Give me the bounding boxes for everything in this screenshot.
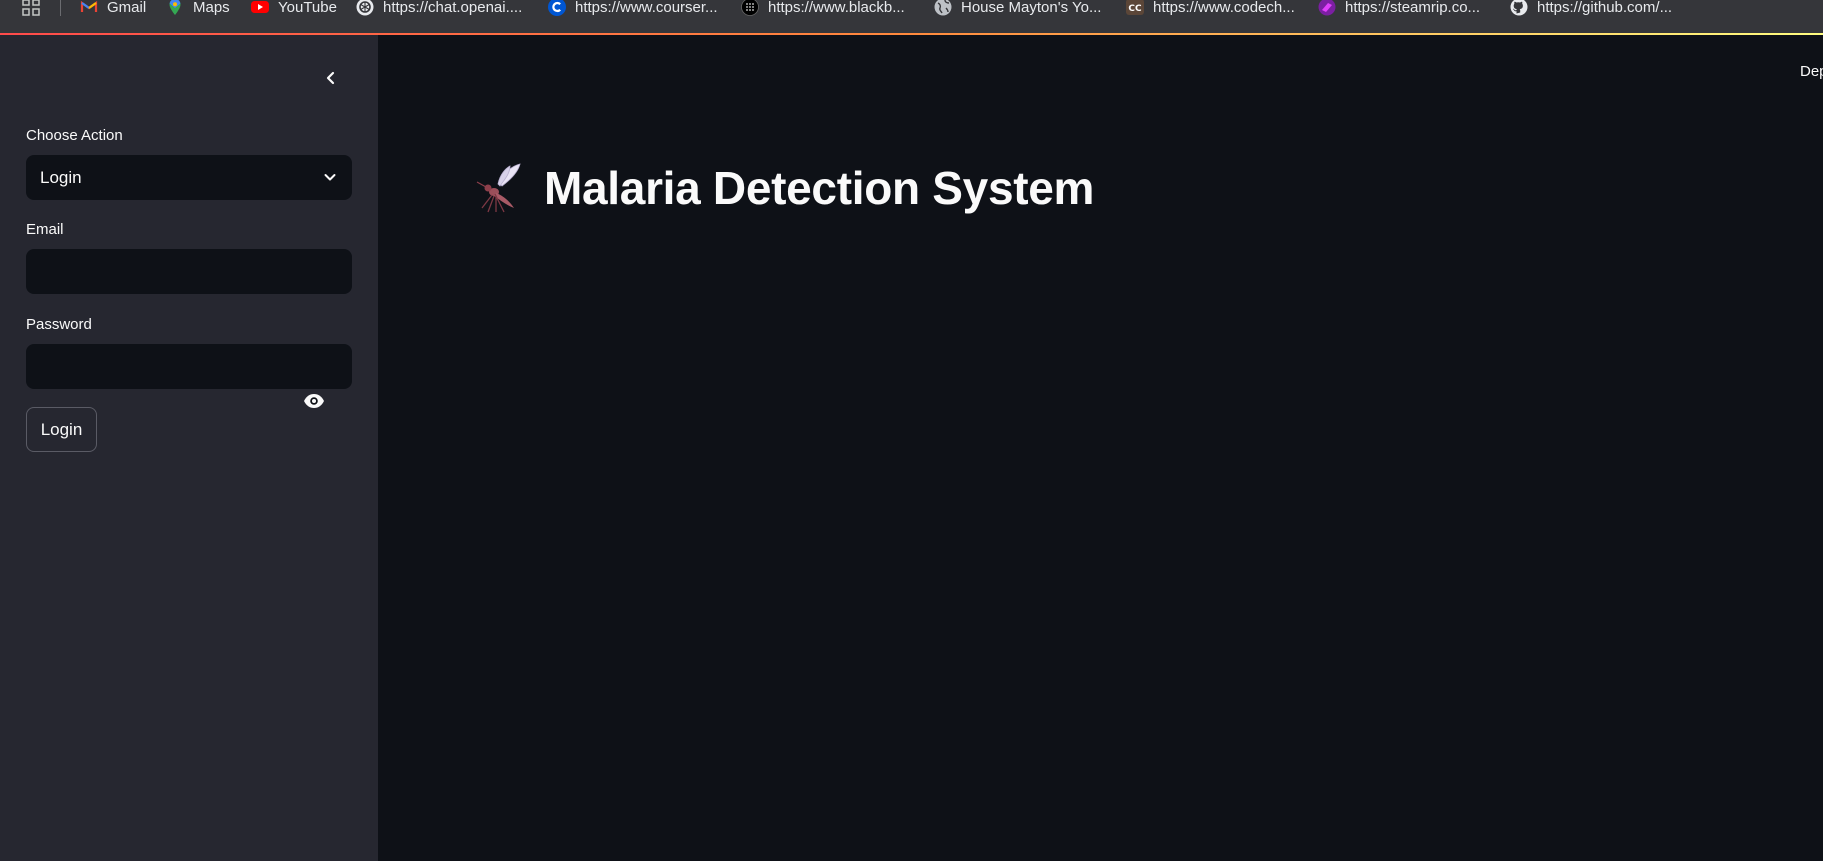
codechef-icon: CC xyxy=(1126,0,1144,15)
deploy-button[interactable]: Dep xyxy=(1800,63,1823,80)
bookmark-label: https://www.blackb... xyxy=(768,0,905,16)
youtube-icon xyxy=(251,1,269,13)
coursera-icon xyxy=(548,0,566,16)
collapse-sidebar-button[interactable] xyxy=(318,65,344,91)
selected-action-value: Login xyxy=(40,167,82,187)
choose-action-label: Choose Action xyxy=(26,127,123,144)
bookmark-label: Gmail xyxy=(107,0,147,16)
bookmark-label: House Mayton's Yo... xyxy=(961,0,1102,16)
sidebar: Choose Action Login Email Password Login xyxy=(0,35,378,861)
bookmark-steamrip[interactable]: https://steamrip.co... xyxy=(1318,0,1480,16)
bookmark-github[interactable]: https://github.com/... xyxy=(1510,0,1672,16)
bookmark-codechef[interactable]: CC https://www.codech... xyxy=(1126,0,1295,16)
main-content: Dep Malaria Detection System xyxy=(378,35,1823,861)
bookmarks-bar: Gmail Maps YouTube https://chat.openai..… xyxy=(0,0,1823,33)
maps-icon xyxy=(169,0,181,15)
choose-action-select[interactable]: Login xyxy=(26,155,352,200)
title-row: Malaria Detection System xyxy=(474,161,1094,215)
github-icon xyxy=(1510,0,1528,16)
globe-icon xyxy=(934,0,952,16)
mosquito-icon xyxy=(476,163,521,213)
svg-text:CC: CC xyxy=(1128,4,1142,14)
openai-icon xyxy=(356,0,374,16)
bookmark-house-mayton[interactable]: House Mayton's Yo... xyxy=(934,0,1101,16)
bookmark-label: https://www.codech... xyxy=(1153,0,1295,16)
bookmark-chat-openai[interactable]: https://chat.openai.... xyxy=(356,0,522,16)
bookmark-youtube[interactable]: YouTube xyxy=(251,0,337,16)
login-button[interactable]: Login xyxy=(26,407,97,452)
password-field[interactable] xyxy=(26,344,352,389)
bookmark-label: YouTube xyxy=(278,0,337,16)
bookmark-label: https://www.courser... xyxy=(575,0,718,16)
bookmarks-divider xyxy=(60,0,61,16)
chevron-left-icon xyxy=(326,71,335,85)
blackbox-icon xyxy=(741,0,759,16)
eye-icon xyxy=(304,394,324,408)
page-title: Malaria Detection System xyxy=(544,162,1095,214)
email-field[interactable] xyxy=(26,249,352,294)
bookmark-gmail[interactable]: Gmail xyxy=(80,0,146,16)
bookmark-maps[interactable]: Maps xyxy=(166,0,230,16)
bookmark-label: https://chat.openai.... xyxy=(383,0,523,16)
steamrip-icon xyxy=(1318,0,1336,16)
bookmark-label: https://steamrip.co... xyxy=(1345,0,1481,16)
password-label: Password xyxy=(26,316,92,333)
bookmark-label: https://github.com/... xyxy=(1537,0,1673,16)
bookmark-coursera[interactable]: https://www.courser... xyxy=(548,0,718,16)
gmail-icon xyxy=(80,0,98,12)
show-password-button[interactable] xyxy=(302,389,326,413)
chevron-down-icon xyxy=(324,174,336,181)
email-label: Email xyxy=(26,221,64,238)
apps-grid-icon[interactable] xyxy=(22,0,42,16)
bookmark-blackbox[interactable]: https://www.blackb... xyxy=(741,0,905,16)
bookmark-label: Maps xyxy=(193,0,230,16)
